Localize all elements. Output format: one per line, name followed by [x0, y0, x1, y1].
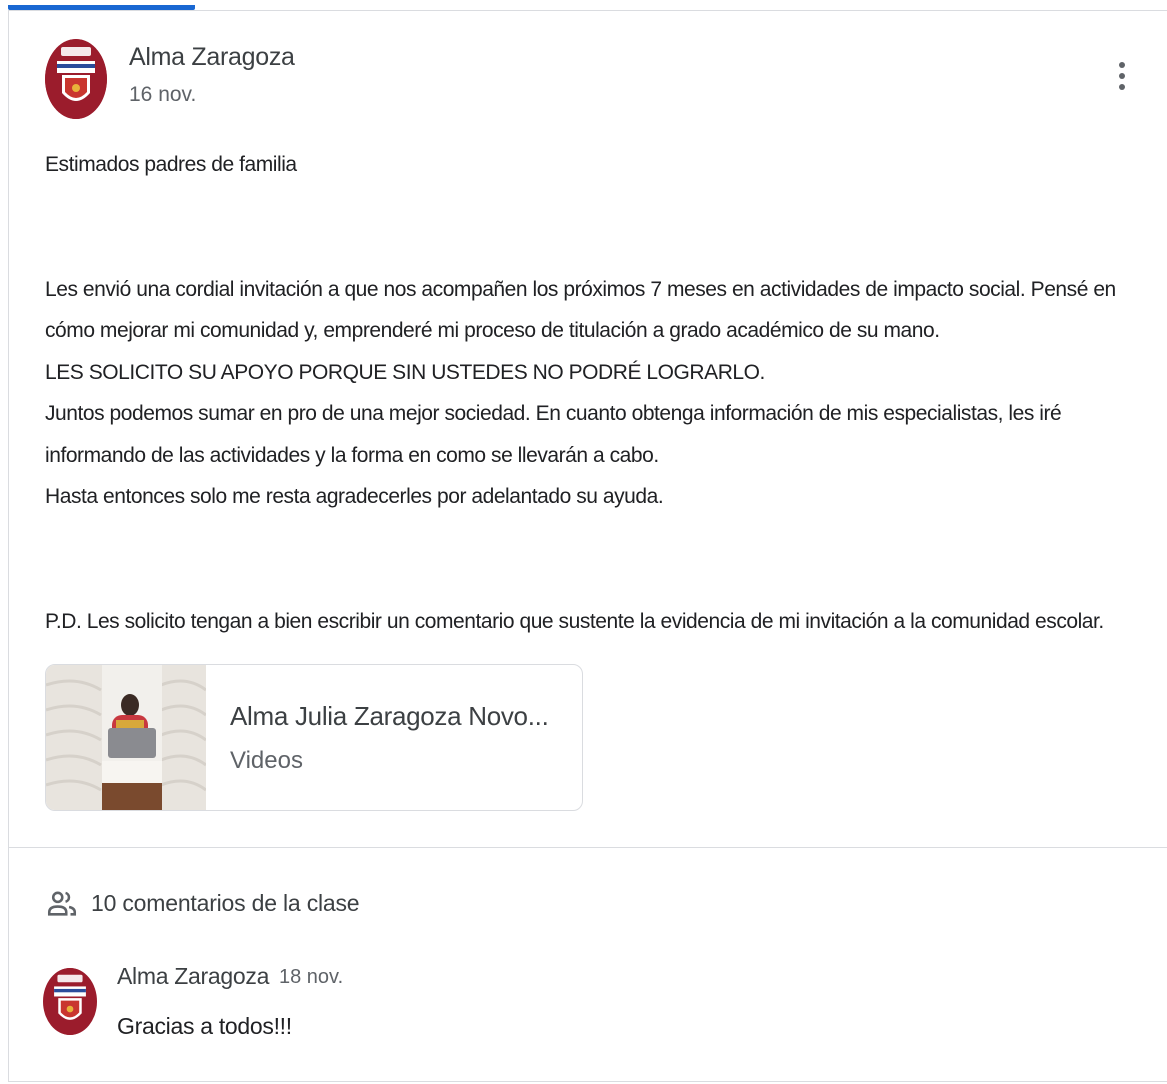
- people-icon: [47, 891, 77, 916]
- stream-post-card: Alma Zaragoza 16 nov. Estimados padres d…: [8, 11, 1167, 1082]
- class-comments-toggle[interactable]: 10 comentarios de la clase: [45, 885, 360, 921]
- post-blank-line: ​: [45, 227, 1155, 269]
- comment-date: 18 nov.: [279, 966, 344, 988]
- more-vert-icon-dot: [1119, 73, 1125, 79]
- post-blank-line: ​: [45, 186, 1155, 228]
- more-options-button[interactable]: [1107, 51, 1137, 101]
- post-body: Estimados padres de familia ​ ​ Les envi…: [45, 144, 1155, 642]
- video-attachment[interactable]: Alma Julia Zaragoza Novo... Videos: [45, 664, 583, 811]
- school-crest-icon: [44, 968, 96, 1035]
- post-postscript: P.D. Les solicito tengan a bien escribir…: [45, 609, 1104, 633]
- more-vert-icon-dot: [1119, 84, 1125, 90]
- school-crest-icon: [45, 39, 107, 119]
- post-blank-line: ​: [45, 518, 1155, 560]
- comment-author-avatar[interactable]: [43, 968, 97, 1035]
- attachment-type: Videos: [230, 747, 303, 774]
- more-vert-icon: [1119, 62, 1125, 68]
- post-paragraph: Juntos podemos sumar en pro de una mejor…: [45, 402, 1067, 467]
- post-author-name: Alma Zaragoza: [129, 43, 295, 71]
- post-date: 16 nov.: [129, 83, 197, 106]
- comments-divider: [9, 847, 1167, 848]
- author-avatar[interactable]: [45, 39, 107, 119]
- comments-count-label: 10 comentarios de la clase: [91, 889, 360, 916]
- comment-text: Gracias a todos!!!: [117, 1013, 292, 1039]
- video-thumbnail: [46, 665, 206, 810]
- post-paragraph: Hasta entonces solo me resta agradecerle…: [45, 485, 664, 508]
- attachment-title: Alma Julia Zaragoza Novo...: [230, 701, 549, 731]
- post-paragraph: Les envió una cordial invitación a que n…: [45, 277, 1122, 343]
- post-greeting: Estimados padres de familia: [45, 153, 297, 176]
- comment-author-name: Alma Zaragoza: [117, 963, 270, 989]
- post-paragraph: LES SOLICITO SU APOYO PORQUE SIN USTEDES…: [45, 360, 765, 384]
- post-blank-line: ​: [45, 559, 1155, 601]
